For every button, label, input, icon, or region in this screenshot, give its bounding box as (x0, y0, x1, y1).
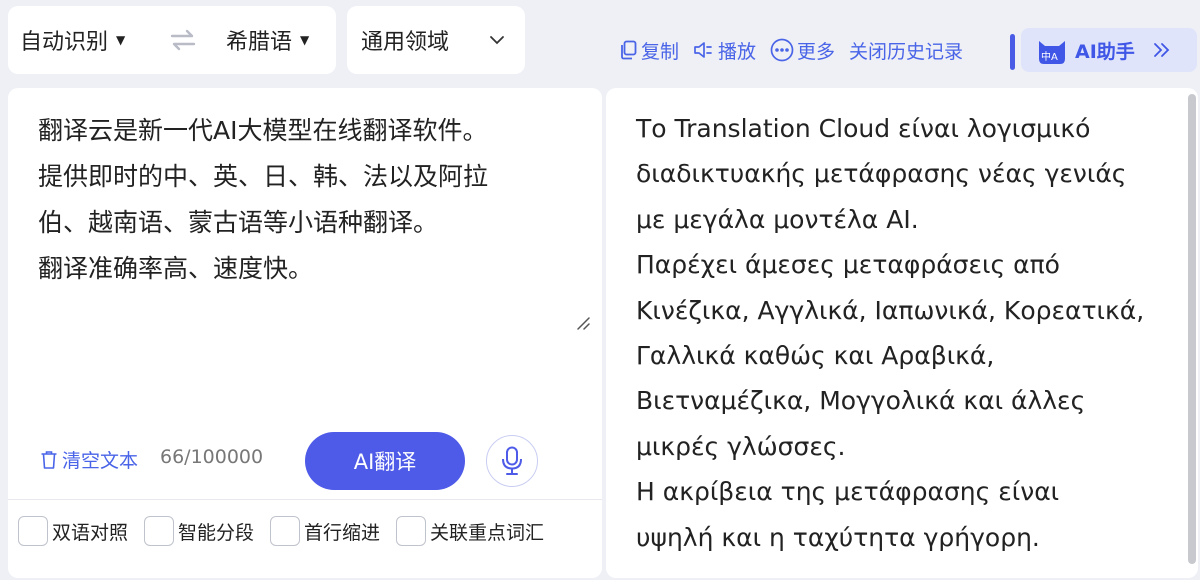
option-label: 双语对照 (52, 521, 129, 544)
caret-down-icon: ▼ (300, 33, 310, 47)
source-line: 提供即时的中、英、日、韩、法以及阿拉 (38, 162, 489, 191)
source-line: 翻译云是新一代AI大模型在线翻译软件。 (38, 116, 488, 145)
more-icon (770, 38, 794, 62)
ai-assistant-icon: 中A (1035, 33, 1069, 67)
language-selector-bar: 自动识别 ▼ 希腊语 ▼ (8, 6, 336, 74)
microphone-icon (502, 446, 522, 475)
ai-translate-label: AI翻译 (353, 450, 417, 474)
translation-result-panel: Το Translation Cloud είναι λογισμικό δια… (606, 88, 1198, 578)
translation-result-text: Το Translation Cloud είναι λογισμικό δια… (636, 106, 1176, 560)
domain-label: 通用领域 (361, 30, 450, 55)
result-line: Το Translation Cloud είναι λογισμικό (636, 114, 1091, 143)
voice-input-button[interactable] (486, 435, 538, 487)
ai-assistant-label: AI助手 (1075, 40, 1135, 63)
domain-selector[interactable]: 通用领域 (347, 6, 525, 74)
copy-button[interactable]: 复制 (620, 37, 679, 64)
source-language-label: 自动识别 (20, 30, 109, 55)
target-language-select[interactable]: 希腊语 ▼ (226, 6, 309, 74)
swap-languages-icon[interactable] (169, 28, 197, 52)
option-label: 关联重点词汇 (430, 521, 545, 544)
close-history-button[interactable]: 关闭历史记录 (849, 37, 963, 64)
source-language-select[interactable]: 自动识别 ▼ (20, 6, 125, 74)
play-label: 播放 (718, 40, 757, 63)
result-line: Παρέχει άμεσες μεταφράσεις από (636, 250, 1060, 280)
checkbox[interactable] (396, 516, 426, 546)
close-history-label: 关闭历史记录 (849, 40, 964, 63)
result-line: με μεγάλα μοντέλα AI. (636, 204, 919, 234)
source-line: 伯、越南语、蒙古语等小语种翻译。 (38, 208, 439, 237)
chevron-down-icon (490, 36, 504, 45)
copy-icon (620, 40, 638, 60)
caret-down-icon: ▼ (116, 33, 126, 47)
option-label: 首行缩进 (304, 521, 381, 544)
option-key-vocabulary[interactable]: 关联重点词汇 (396, 516, 544, 546)
double-chevron-right-icon (1153, 43, 1170, 57)
result-line: Βιετναμέζικα, Μογγολικά και άλλες (636, 386, 1086, 416)
result-toolbar: 复制 播放 更多 关闭历史记录 (620, 28, 977, 72)
ai-translate-button[interactable]: AI翻译 (305, 432, 465, 490)
resize-handle-icon[interactable] (574, 314, 590, 330)
play-button[interactable]: 播放 (693, 37, 756, 64)
checkbox[interactable] (144, 516, 174, 546)
result-line: υψηλή και η ταχύτητα γρήγορη. (636, 522, 1040, 552)
domain-select[interactable]: 通用领域 (361, 6, 449, 74)
translation-options: 双语对照 智能分段 首行缩进 关联重点词汇 (8, 499, 602, 579)
trash-icon (40, 450, 58, 470)
copy-label: 复制 (641, 40, 680, 63)
more-button[interactable]: 更多 (770, 37, 835, 64)
clear-text-label: 清空文本 (62, 450, 139, 472)
result-line: μικρές γλώσσες. (636, 431, 846, 461)
result-line: Γαλλικά καθώς και Αραβικά, (636, 341, 995, 371)
source-panel: 翻译云是新一代AI大模型在线翻译软件。 提供即时的中、英、日、韩、法以及阿拉 伯… (8, 88, 602, 578)
character-count: 66/100000 (160, 446, 264, 468)
clear-text-button[interactable]: 清空文本 (40, 446, 138, 473)
option-smart-segment[interactable]: 智能分段 (144, 516, 254, 546)
checkbox[interactable] (18, 516, 48, 546)
result-line: Κινέζικα, Αγγλικά, Ιαπωνικά, Κορεατικά, (636, 295, 1145, 325)
option-first-line-indent[interactable]: 首行缩进 (270, 516, 380, 546)
ai-badge-text: 中A (1041, 52, 1058, 63)
source-line: 翻译准确率高、速度快。 (38, 254, 314, 283)
result-line: Η ακρίβεια της μετάφρασης είναι (636, 477, 1060, 507)
option-bilingual[interactable]: 双语对照 (18, 516, 128, 546)
checkbox[interactable] (270, 516, 300, 546)
more-label: 更多 (797, 40, 836, 63)
target-language-label: 希腊语 (226, 30, 293, 55)
toolbar-divider (1010, 34, 1015, 70)
result-line: διαδικτυακής μετάφρασης νέας γενιάς (636, 159, 1127, 189)
source-textarea[interactable]: 翻译云是新一代AI大模型在线翻译软件。 提供即时的中、英、日、韩、法以及阿拉 伯… (38, 108, 578, 292)
scrollbar[interactable] (1188, 94, 1196, 564)
speaker-icon (693, 41, 715, 59)
option-label: 智能分段 (178, 521, 255, 544)
ai-assistant-button[interactable]: 中A AI助手 (1021, 28, 1197, 72)
